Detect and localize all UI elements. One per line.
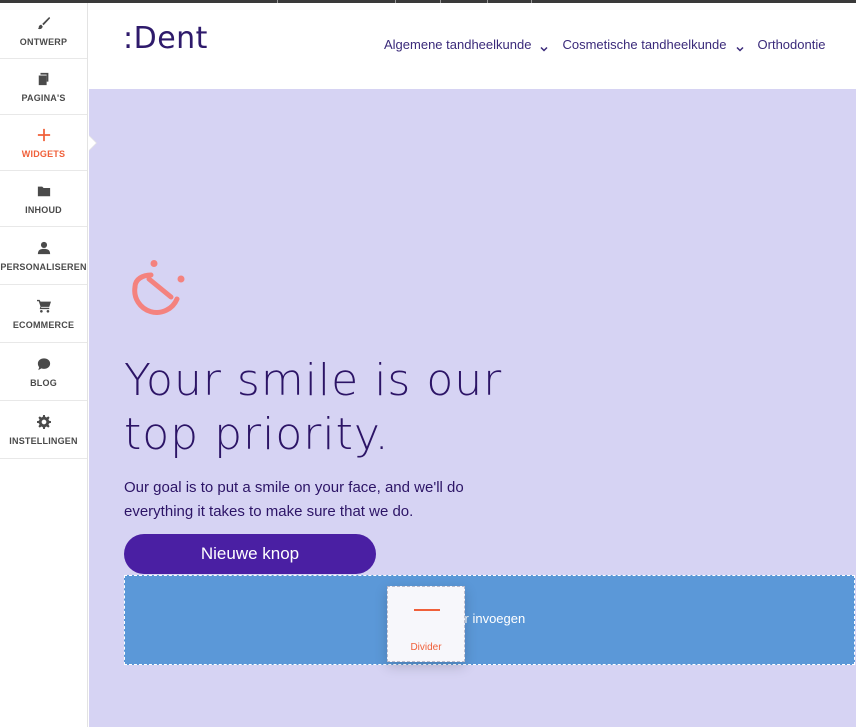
- site-nav: Algemene tandheelkunde Cosmetische tandh…: [384, 37, 839, 52]
- sidebar-item-label: ECOMMERCE: [12, 319, 75, 330]
- chat-icon: [36, 356, 52, 372]
- site-logo[interactable]: :Dent: [123, 21, 208, 56]
- widget-drop-zone[interactable]: Hier invoegen: [124, 575, 855, 665]
- folder-icon: [36, 183, 52, 199]
- sidebar-item-instellingen[interactable]: INSTELLINGEN: [0, 401, 87, 459]
- divider-widget-label: Divider: [410, 642, 442, 653]
- new-button[interactable]: Nieuwe knop: [124, 534, 376, 574]
- sidebar-item-inhoud[interactable]: INHOUD: [0, 171, 87, 227]
- divider-widget-drag[interactable]: Divider: [387, 586, 465, 662]
- person-icon: [36, 240, 52, 256]
- hero-section: Your smile is our top priority. Our goal…: [89, 89, 856, 727]
- cart-icon: [36, 298, 52, 314]
- site-header: :Dent Algemene tandheelkunde Cosmetische…: [89, 3, 856, 89]
- nav-item-label: Orthodontie: [757, 37, 826, 52]
- nav-item-cosmetische-tandheelkunde[interactable]: Cosmetische tandheelkunde: [562, 37, 744, 52]
- sidebar-item-label: BLOG: [30, 377, 57, 388]
- chevron-down-icon: [735, 41, 744, 52]
- chevron-down-icon: [540, 41, 548, 52]
- sidebar-item-paginas[interactable]: PAGINA'S: [0, 59, 87, 115]
- sidebar-item-ecommerce[interactable]: ECOMMERCE: [0, 285, 87, 343]
- nav-item-label: Algemene tandheelkunde: [384, 37, 532, 52]
- sidebar-item-ontwerp[interactable]: ONTWERP: [0, 3, 87, 59]
- sidebar-item-personaliseren[interactable]: PERSONALISEREN: [0, 227, 87, 285]
- sidebar-item-blog[interactable]: BLOG: [0, 343, 87, 401]
- hero-subtext: Our goal is to put a smile on your face,…: [124, 479, 464, 520]
- sidebar-item-label: INSTELLINGEN: [9, 435, 78, 446]
- gear-icon: [36, 414, 52, 430]
- sidebar-item-label: INHOUD: [25, 204, 62, 215]
- brush-icon: [36, 15, 52, 31]
- editor-sidebar: ONTWERP PAGINA'S WIDGETS INHOUD PERSONAL…: [0, 3, 88, 727]
- smile-logo-icon: [132, 260, 185, 315]
- divider-icon: [414, 609, 440, 611]
- nav-item-orthodontie[interactable]: Orthodontie: [758, 37, 826, 52]
- hero-headline: Your smile is our top priority.: [124, 355, 503, 460]
- nav-item-algemene-tandheelkunde[interactable]: Algemene tandheelkunde: [384, 37, 548, 52]
- sidebar-item-label: PERSONALISEREN: [0, 261, 87, 272]
- sidebar-item-label: PAGINA'S: [21, 92, 66, 103]
- plus-icon: [36, 127, 52, 143]
- sidebar-item-widgets[interactable]: WIDGETS: [0, 115, 87, 171]
- pages-icon: [36, 71, 52, 87]
- sidebar-item-label: ONTWERP: [19, 36, 68, 47]
- sidebar-item-label: WIDGETS: [21, 148, 66, 159]
- nav-item-label: Cosmetische tandheelkunde: [562, 37, 727, 52]
